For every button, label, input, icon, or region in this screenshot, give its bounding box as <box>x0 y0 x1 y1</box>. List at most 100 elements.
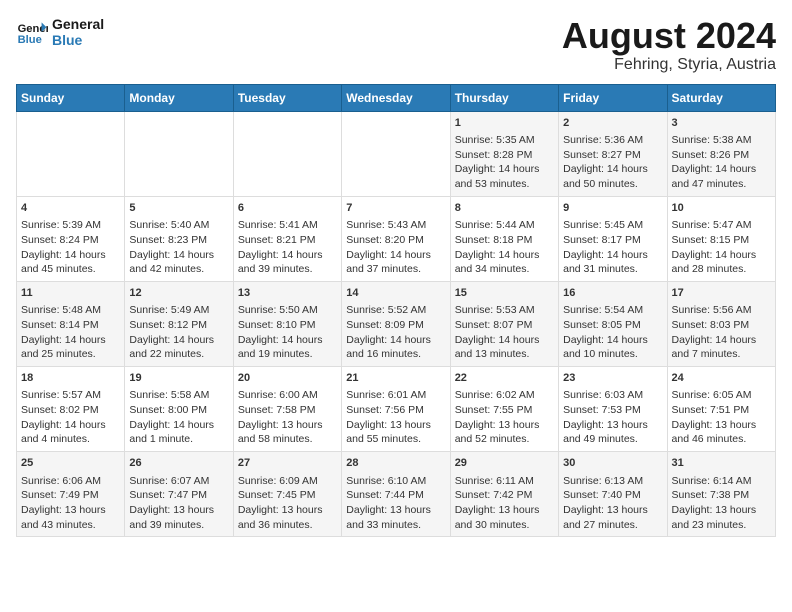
day-info-line: Daylight: 14 hours <box>238 248 337 263</box>
day-info-line: Daylight: 13 hours <box>238 418 337 433</box>
day-info-line: Sunset: 8:00 PM <box>129 403 228 418</box>
day-info-line: and 13 minutes. <box>455 347 554 362</box>
day-info-line: and 43 minutes. <box>21 518 120 533</box>
day-info-line: Daylight: 13 hours <box>672 418 771 433</box>
day-info-line: Daylight: 14 hours <box>21 333 120 348</box>
day-number: 14 <box>346 286 445 301</box>
day-info-line: Sunrise: 6:01 AM <box>346 388 445 403</box>
calendar-title-block: August 2024 Fehring, Styria, Austria <box>562 16 776 74</box>
day-number: 30 <box>563 456 662 471</box>
day-info-line: Sunset: 8:14 PM <box>21 318 120 333</box>
calendar-day-27: 27Sunrise: 6:09 AMSunset: 7:45 PMDayligh… <box>233 452 341 537</box>
day-info-line: Sunrise: 6:09 AM <box>238 474 337 489</box>
calendar-day-2: 2Sunrise: 5:36 AMSunset: 8:27 PMDaylight… <box>559 111 667 196</box>
day-info-line: and 46 minutes. <box>672 432 771 447</box>
calendar-empty-cell <box>233 111 341 196</box>
day-info-line: Daylight: 13 hours <box>455 503 554 518</box>
day-info-line: Sunrise: 5:54 AM <box>563 303 662 318</box>
day-info-line: Sunset: 8:20 PM <box>346 233 445 248</box>
day-info-line: Sunset: 8:24 PM <box>21 233 120 248</box>
day-info-line: Daylight: 14 hours <box>455 248 554 263</box>
day-info-line: Sunrise: 6:10 AM <box>346 474 445 489</box>
day-info-line: Daylight: 14 hours <box>129 418 228 433</box>
calendar-header: SundayMondayTuesdayWednesdayThursdayFrid… <box>17 84 776 111</box>
day-info-line: Sunrise: 6:14 AM <box>672 474 771 489</box>
calendar-day-3: 3Sunrise: 5:38 AMSunset: 8:26 PMDaylight… <box>667 111 775 196</box>
day-info-line: Sunset: 8:26 PM <box>672 148 771 163</box>
day-info-line: Daylight: 14 hours <box>672 248 771 263</box>
day-info-line: and 23 minutes. <box>672 518 771 533</box>
day-info-line: Daylight: 13 hours <box>238 503 337 518</box>
day-number: 31 <box>672 456 771 471</box>
day-info-line: and 37 minutes. <box>346 262 445 277</box>
calendar-day-17: 17Sunrise: 5:56 AMSunset: 8:03 PMDayligh… <box>667 281 775 366</box>
day-info-line: Sunrise: 5:52 AM <box>346 303 445 318</box>
day-info-line: Daylight: 14 hours <box>346 333 445 348</box>
day-number: 13 <box>238 286 337 301</box>
day-info-line: and 7 minutes. <box>672 347 771 362</box>
day-number: 25 <box>21 456 120 471</box>
calendar-day-11: 11Sunrise: 5:48 AMSunset: 8:14 PMDayligh… <box>17 281 125 366</box>
day-number: 6 <box>238 201 337 216</box>
calendar-day-1: 1Sunrise: 5:35 AMSunset: 8:28 PMDaylight… <box>450 111 558 196</box>
day-info-line: Sunset: 8:18 PM <box>455 233 554 248</box>
calendar-day-8: 8Sunrise: 5:44 AMSunset: 8:18 PMDaylight… <box>450 196 558 281</box>
day-info-line: Sunrise: 5:38 AM <box>672 133 771 148</box>
calendar-day-25: 25Sunrise: 6:06 AMSunset: 7:49 PMDayligh… <box>17 452 125 537</box>
weekday-header-monday: Monday <box>125 84 233 111</box>
day-info-line: Sunrise: 5:43 AM <box>346 218 445 233</box>
calendar-day-12: 12Sunrise: 5:49 AMSunset: 8:12 PMDayligh… <box>125 281 233 366</box>
day-info-line: Daylight: 13 hours <box>672 503 771 518</box>
day-info-line: and 34 minutes. <box>455 262 554 277</box>
weekday-header-wednesday: Wednesday <box>342 84 450 111</box>
day-info-line: Sunrise: 6:07 AM <box>129 474 228 489</box>
calendar-table: SundayMondayTuesdayWednesdayThursdayFrid… <box>16 84 776 538</box>
day-info-line: Daylight: 14 hours <box>563 162 662 177</box>
weekday-header-thursday: Thursday <box>450 84 558 111</box>
day-number: 16 <box>563 286 662 301</box>
calendar-day-30: 30Sunrise: 6:13 AMSunset: 7:40 PMDayligh… <box>559 452 667 537</box>
day-info-line: Sunset: 8:03 PM <box>672 318 771 333</box>
day-info-line: Sunrise: 6:00 AM <box>238 388 337 403</box>
day-info-line: Sunset: 8:05 PM <box>563 318 662 333</box>
day-number: 22 <box>455 371 554 386</box>
day-info-line: and 47 minutes. <box>672 177 771 192</box>
day-info-line: Sunset: 7:44 PM <box>346 488 445 503</box>
day-info-line: and 50 minutes. <box>563 177 662 192</box>
day-number: 18 <box>21 371 120 386</box>
day-info-line: Sunset: 8:10 PM <box>238 318 337 333</box>
calendar-day-23: 23Sunrise: 6:03 AMSunset: 7:53 PMDayligh… <box>559 367 667 452</box>
day-number: 17 <box>672 286 771 301</box>
calendar-day-26: 26Sunrise: 6:07 AMSunset: 7:47 PMDayligh… <box>125 452 233 537</box>
day-info-line: Daylight: 14 hours <box>455 162 554 177</box>
day-info-line: Sunset: 7:58 PM <box>238 403 337 418</box>
day-info-line: Sunset: 8:07 PM <box>455 318 554 333</box>
day-info-line: and 19 minutes. <box>238 347 337 362</box>
day-info-line: Daylight: 14 hours <box>21 418 120 433</box>
day-info-line: and 27 minutes. <box>563 518 662 533</box>
day-info-line: Daylight: 14 hours <box>455 333 554 348</box>
day-info-line: Sunrise: 5:39 AM <box>21 218 120 233</box>
calendar-day-6: 6Sunrise: 5:41 AMSunset: 8:21 PMDaylight… <box>233 196 341 281</box>
day-info-line: Sunrise: 5:45 AM <box>563 218 662 233</box>
day-number: 20 <box>238 371 337 386</box>
day-info-line: and 22 minutes. <box>129 347 228 362</box>
day-info-line: Sunset: 7:38 PM <box>672 488 771 503</box>
calendar-day-18: 18Sunrise: 5:57 AMSunset: 8:02 PMDayligh… <box>17 367 125 452</box>
day-number: 21 <box>346 371 445 386</box>
day-number: 19 <box>129 371 228 386</box>
day-info-line: Sunset: 8:23 PM <box>129 233 228 248</box>
calendar-day-28: 28Sunrise: 6:10 AMSunset: 7:44 PMDayligh… <box>342 452 450 537</box>
day-info-line: Daylight: 13 hours <box>346 503 445 518</box>
day-info-line: Sunset: 7:51 PM <box>672 403 771 418</box>
day-number: 29 <box>455 456 554 471</box>
day-info-line: Daylight: 14 hours <box>129 248 228 263</box>
day-info-line: and 28 minutes. <box>672 262 771 277</box>
day-info-line: Sunset: 7:45 PM <box>238 488 337 503</box>
day-info-line: Sunrise: 6:13 AM <box>563 474 662 489</box>
day-info-line: Sunrise: 6:03 AM <box>563 388 662 403</box>
calendar-day-22: 22Sunrise: 6:02 AMSunset: 7:55 PMDayligh… <box>450 367 558 452</box>
day-info-line: Daylight: 13 hours <box>129 503 228 518</box>
day-info-line: and 39 minutes. <box>238 262 337 277</box>
logo-line1: General <box>52 16 104 32</box>
